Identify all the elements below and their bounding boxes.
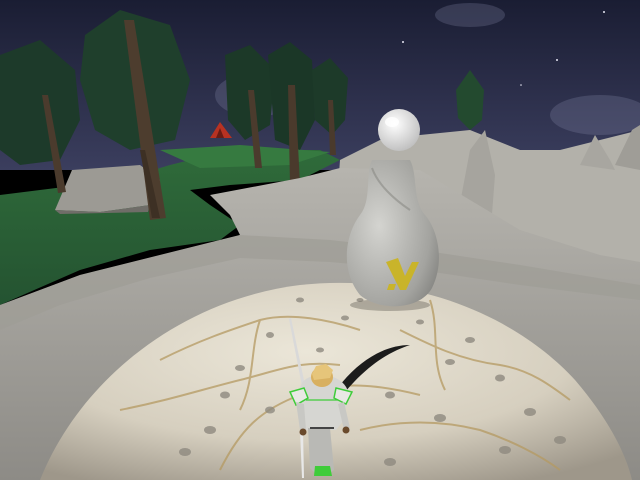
game-scene[interactable] [0,0,640,480]
glowing-orb[interactable] [378,109,420,151]
game-viewport[interactable] [0,0,640,480]
